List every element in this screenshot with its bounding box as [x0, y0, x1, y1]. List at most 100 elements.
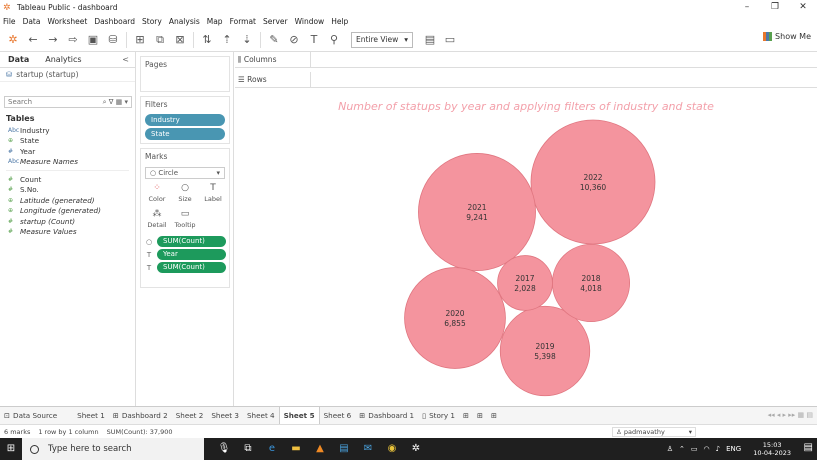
volume-icon[interactable]: ♪ — [716, 445, 720, 453]
chrome-icon[interactable]: ◉ — [380, 438, 404, 460]
battery-icon[interactable]: ▭ — [691, 445, 698, 453]
sheet-tab[interactable]: ⊞ Dashboard 2 — [109, 411, 172, 420]
new-worksheet-icon[interactable]: ⊞ — [133, 33, 147, 47]
detail-button[interactable]: ⁂ Detail — [143, 208, 171, 234]
labels-icon[interactable]: T — [307, 33, 321, 47]
file-explorer-icon[interactable]: ▬ — [284, 438, 308, 460]
bubble-2021[interactable] — [418, 153, 536, 271]
size-button[interactable]: ○ Size — [171, 182, 199, 208]
minimize-button[interactable]: – — [733, 0, 761, 15]
undo-icon[interactable]: ← — [26, 33, 40, 47]
notification-icon[interactable]: ▤ — [804, 442, 813, 453]
menu-format[interactable]: Format — [230, 17, 256, 26]
edge-icon[interactable]: e — [260, 438, 284, 460]
redo-icon[interactable]: → — [46, 33, 60, 47]
rows-shelf[interactable]: ☰ Rows — [235, 71, 817, 88]
field-item[interactable]: # Count — [0, 174, 135, 185]
field-item[interactable]: ⊕ Latitude (generated) — [0, 195, 135, 206]
menu-server[interactable]: Server — [263, 17, 288, 26]
save-icon[interactable]: ▣ — [86, 33, 100, 47]
field-item[interactable]: # Measure Values — [0, 227, 135, 238]
menu-dashboard[interactable]: Dashboard — [94, 17, 135, 26]
menu-file[interactable]: File — [3, 17, 16, 26]
mark-pill-year[interactable]: Year — [157, 249, 226, 260]
mark-pill-sum-count-size[interactable]: SUM(Count) — [157, 236, 226, 247]
sheet-tab[interactable]: Sheet 3 — [207, 411, 243, 420]
tab-analytics[interactable]: Analytics — [37, 55, 89, 64]
mail-icon[interactable]: ✉ — [356, 438, 380, 460]
sheet-tab[interactable]: Sheet 2 — [172, 411, 208, 420]
tray-chevron-icon[interactable]: ⌃ — [679, 445, 685, 453]
language-indicator[interactable]: ENG — [726, 445, 741, 453]
taskbar-search[interactable]: Type here to search — [22, 438, 204, 460]
field-item[interactable]: ⊕ State — [0, 136, 135, 147]
datasource-item[interactable]: ⛁ startup (startup) — [0, 68, 135, 82]
collapse-pane-icon[interactable]: < — [122, 55, 129, 64]
filter-pill-state[interactable]: State — [145, 128, 225, 140]
field-item[interactable]: Abc Measure Names — [0, 157, 135, 168]
tableau-home-icon[interactable]: ✲ — [6, 33, 20, 47]
people-icon[interactable]: ♙ — [667, 445, 673, 453]
mark-type-select[interactable]: ○ Circle ▾ — [145, 167, 225, 179]
sort-ascending-icon[interactable]: ⇡ — [220, 33, 234, 47]
fit-view-select[interactable]: Entire View ▾ — [351, 31, 413, 48]
filter-pill-industry[interactable]: Industry — [145, 114, 225, 126]
field-item[interactable]: Abc Industry — [0, 125, 135, 136]
bubble-2020[interactable] — [404, 267, 506, 369]
store-icon[interactable]: ▤ — [332, 438, 356, 460]
sheet-tab[interactable]: ▯ Story 1 — [418, 411, 459, 420]
bubble-2017[interactable] — [497, 255, 553, 311]
label-button[interactable]: T Label — [199, 182, 227, 208]
clear-sheet-icon[interactable]: ⊠ — [173, 33, 187, 47]
replay-icon[interactable]: ⇨ — [66, 33, 80, 47]
user-menu[interactable]: ♙ padmavathy ▾ — [612, 427, 696, 437]
sheet-tab[interactable]: ⊡ Data Source — [0, 411, 61, 420]
columns-shelf[interactable]: ⫼ Columns — [235, 51, 817, 68]
highlight-icon[interactable]: ✎ — [267, 33, 281, 47]
show-cards-icon[interactable]: ▤ — [423, 33, 437, 47]
filters-card[interactable]: Filters Industry State — [140, 96, 230, 144]
menu-map[interactable]: Map — [207, 17, 223, 26]
field-item[interactable]: # startup (Count) — [0, 216, 135, 227]
field-item[interactable]: # S.No. — [0, 185, 135, 196]
task-view-icon[interactable]: ⧉ — [236, 438, 260, 460]
group-icon[interactable]: ⊘ — [287, 33, 301, 47]
menu-window[interactable]: Window — [295, 17, 325, 26]
menu-story[interactable]: Story — [142, 17, 162, 26]
new-story-icon[interactable]: ⊞ — [487, 411, 501, 420]
pin-icon[interactable]: ⚲ — [327, 33, 341, 47]
field-item[interactable]: ⊕ Longitude (generated) — [0, 206, 135, 217]
bubble-2022[interactable] — [530, 119, 656, 245]
menu-worksheet[interactable]: Worksheet — [47, 17, 87, 26]
bubble-2019[interactable] — [499, 305, 591, 397]
tab-data[interactable]: Data — [0, 55, 37, 64]
show-me-button[interactable]: Show Me — [763, 32, 811, 41]
mark-pill-sum-count-label[interactable]: SUM(Count) — [157, 262, 226, 273]
menu-analysis[interactable]: Analysis — [169, 17, 200, 26]
tableau-taskbar-icon[interactable]: ✲ — [404, 438, 428, 460]
menu-data[interactable]: Data — [23, 17, 41, 26]
new-datasource-icon[interactable]: ⛁ — [106, 33, 120, 47]
menu-help[interactable]: Help — [331, 17, 348, 26]
tooltip-button[interactable]: ▭ Tooltip — [171, 208, 199, 234]
search-input[interactable] — [5, 98, 67, 106]
sheet-tab[interactable]: Sheet 6 — [320, 411, 356, 420]
search-filter-view-icons[interactable]: ⌕ ∇ ▦ ▾ — [103, 98, 128, 107]
sort-descending-icon[interactable]: ⇣ — [240, 33, 254, 47]
sheet-navigation-icons[interactable]: ◂◂ ◂ ▸ ▸▸ ▦ ▤ — [768, 411, 813, 419]
clock[interactable]: 15:03 10-04-2023 — [747, 441, 791, 457]
vlc-icon[interactable]: ▲ — [308, 438, 332, 460]
windows-start-icon[interactable]: ⊞ — [0, 438, 22, 460]
new-dashboard-icon[interactable]: ⊞ — [473, 411, 487, 420]
sheet-tab[interactable]: Sheet 5 — [278, 406, 320, 425]
color-button[interactable]: ⁘ Color — [143, 182, 171, 208]
duplicate-sheet-icon[interactable]: ⧉ — [153, 33, 167, 47]
sheet-tab[interactable]: Sheet 1 — [73, 411, 109, 420]
swap-axes-icon[interactable]: ⇅ — [200, 33, 214, 47]
sheet-tab[interactable]: ⊞ Dashboard 1 — [355, 411, 418, 420]
presentation-icon[interactable]: ▭ — [443, 33, 457, 47]
sheet-tab[interactable]: Sheet 4 — [243, 411, 279, 420]
viz-canvas[interactable]: Number of statups by year and applying f… — [235, 92, 817, 406]
network-icon[interactable]: ◠ — [704, 445, 710, 453]
bubble-2018[interactable] — [551, 243, 631, 323]
